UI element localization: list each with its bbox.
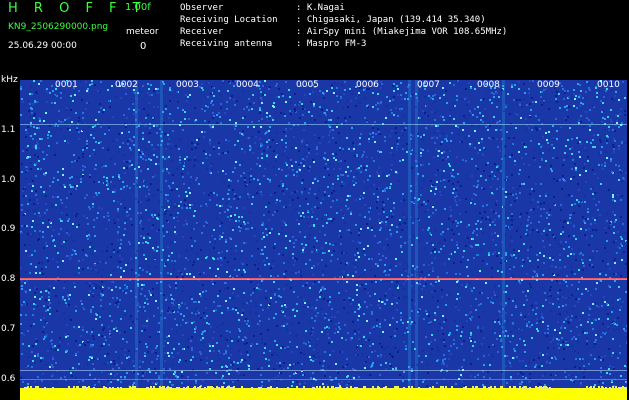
x-tick: 0006 — [356, 80, 379, 90]
y-axis-unit: kHz — [1, 75, 18, 85]
meteor-count: 0 — [140, 41, 147, 52]
y-tick: 0.6 — [1, 374, 16, 384]
filename-label: KN9_2506290000.png — [8, 22, 109, 32]
y-tick: 0.7 — [1, 324, 16, 334]
x-tick: 0003 — [176, 80, 199, 90]
x-tick: 0004 — [236, 80, 259, 90]
location-value: : Chigasaki, Japan (139.414 35.340) — [296, 15, 486, 25]
version-label: 1.00f — [125, 2, 151, 13]
y-tick: 0.8 — [1, 274, 16, 284]
x-tick: 0001 — [55, 80, 78, 90]
x-tick: 0005 — [296, 80, 319, 90]
x-tick: 0008 — [477, 80, 500, 90]
observer-value: : K.Nagai — [296, 3, 345, 13]
y-tick: 1.1 — [1, 125, 16, 135]
antenna-value: : Maspro FM-3 — [296, 39, 367, 49]
y-tick: 1.0 — [1, 175, 16, 185]
x-tick: 0009 — [537, 80, 560, 90]
receiver-value: : AirSpy mini (Miakejima VOR 108.65MHz) — [296, 27, 508, 37]
x-tick: 0007 — [417, 80, 440, 90]
datetime-label: 25.06.29 00:00 — [8, 41, 77, 51]
y-tick: 0.9 — [1, 224, 16, 234]
x-tick: 0010 — [597, 80, 620, 90]
meteor-label: meteor — [126, 27, 159, 37]
spectrogram-canvas — [20, 80, 627, 400]
location-key: Receiving Location — [180, 15, 278, 25]
spectrogram — [20, 80, 627, 400]
x-tick: 0002 — [115, 80, 138, 90]
observer-key: Observer — [180, 3, 224, 13]
antenna-key: Receiving antenna — [180, 39, 273, 49]
receiver-key: Receiver — [180, 27, 224, 37]
